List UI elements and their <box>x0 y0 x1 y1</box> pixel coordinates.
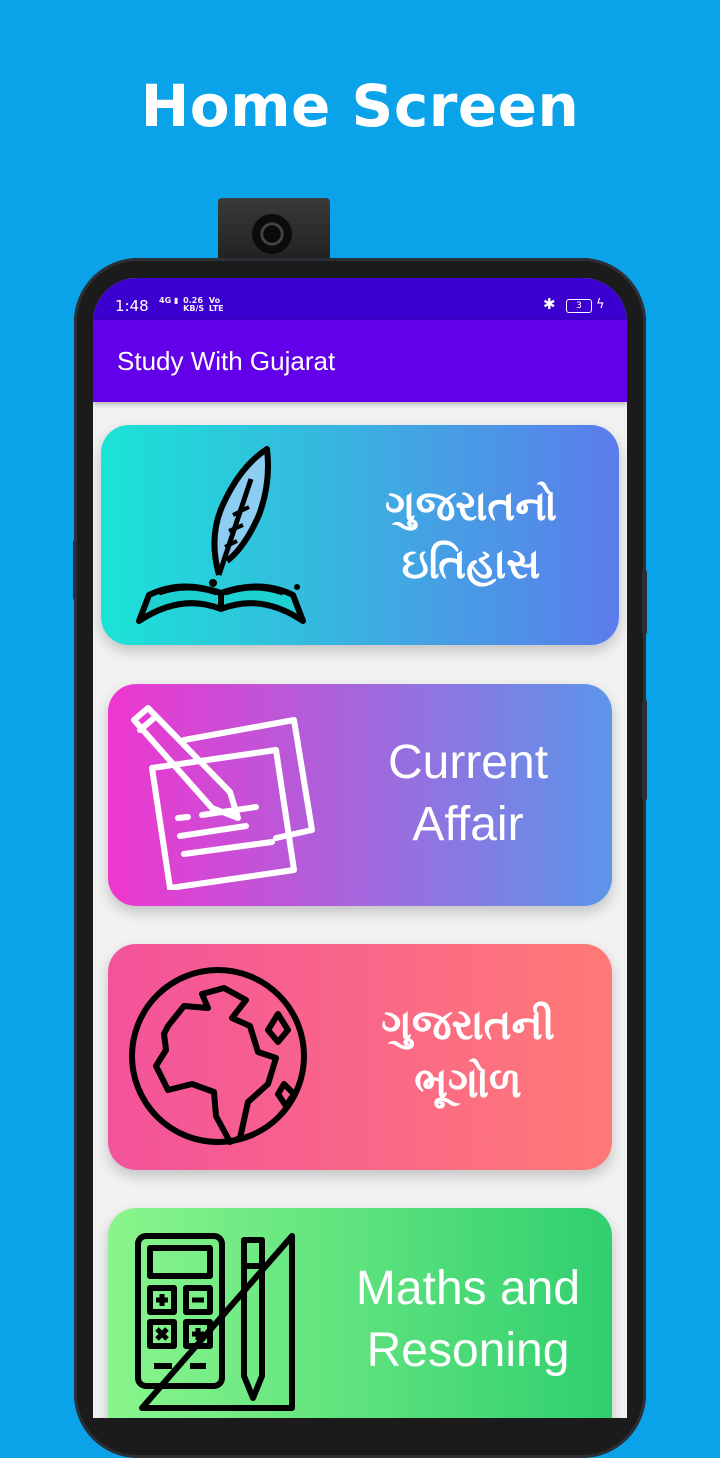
app-bar: Study With Gujarat <box>93 320 627 402</box>
card-label-line2: ભૂગોળ <box>414 1058 522 1107</box>
card-maths-reasoning[interactable]: Maths and Resoning <box>108 1208 612 1418</box>
charging-icon: ϟ <box>596 297 605 312</box>
card-label-line1: Current <box>387 736 549 789</box>
pencil-notes-icon <box>131 705 315 890</box>
camera-lens-icon <box>252 214 292 254</box>
status-time: 1:48 <box>115 297 149 315</box>
speed-unit: KB/S <box>183 304 205 313</box>
card-label-line2: Resoning <box>366 1324 570 1377</box>
network-info: 4G ▮ 0.26 KB/S Vo LTE <box>159 297 224 313</box>
card-label-line2: Affair <box>412 798 524 851</box>
volume-button <box>642 570 647 634</box>
battery-icon: 3 <box>566 299 592 313</box>
power-button <box>642 700 647 800</box>
signal-icon: ▮ <box>173 296 179 305</box>
card-label-line1: ગુજરાતનો <box>384 481 558 530</box>
status-bar: 1:48 4G ▮ 0.26 KB/S Vo LTE ✱ 3 ϟ <box>93 278 627 320</box>
carrier-lte: LTE <box>208 304 224 313</box>
quill-book-icon <box>136 446 306 624</box>
promo-title: Home Screen <box>140 72 580 140</box>
app-title: Study With Gujarat <box>117 346 336 376</box>
card-label-line2: ઇતિહાસ <box>401 539 541 588</box>
card-gujarat-geography[interactable]: ગુજરાતની ભૂગોળ <box>108 944 612 1170</box>
card-current-affair[interactable]: Current Affair <box>108 684 612 906</box>
bluetooth-icon: ✱ <box>543 295 556 313</box>
phone-screen: 1:48 4G ▮ 0.26 KB/S Vo LTE ✱ 3 ϟ Study W… <box>93 278 627 1418</box>
card-label-line1: ગુજરાતની <box>381 1000 555 1049</box>
card-label-line1: Maths and <box>355 1262 581 1315</box>
network-type: 4G <box>159 296 172 305</box>
card-gujarat-history[interactable]: ગુજરાતનો ઇતિહાસ <box>101 425 619 645</box>
calculator-ruler-icon <box>135 1233 295 1411</box>
globe-icon <box>129 967 307 1145</box>
side-button-left <box>73 540 77 600</box>
